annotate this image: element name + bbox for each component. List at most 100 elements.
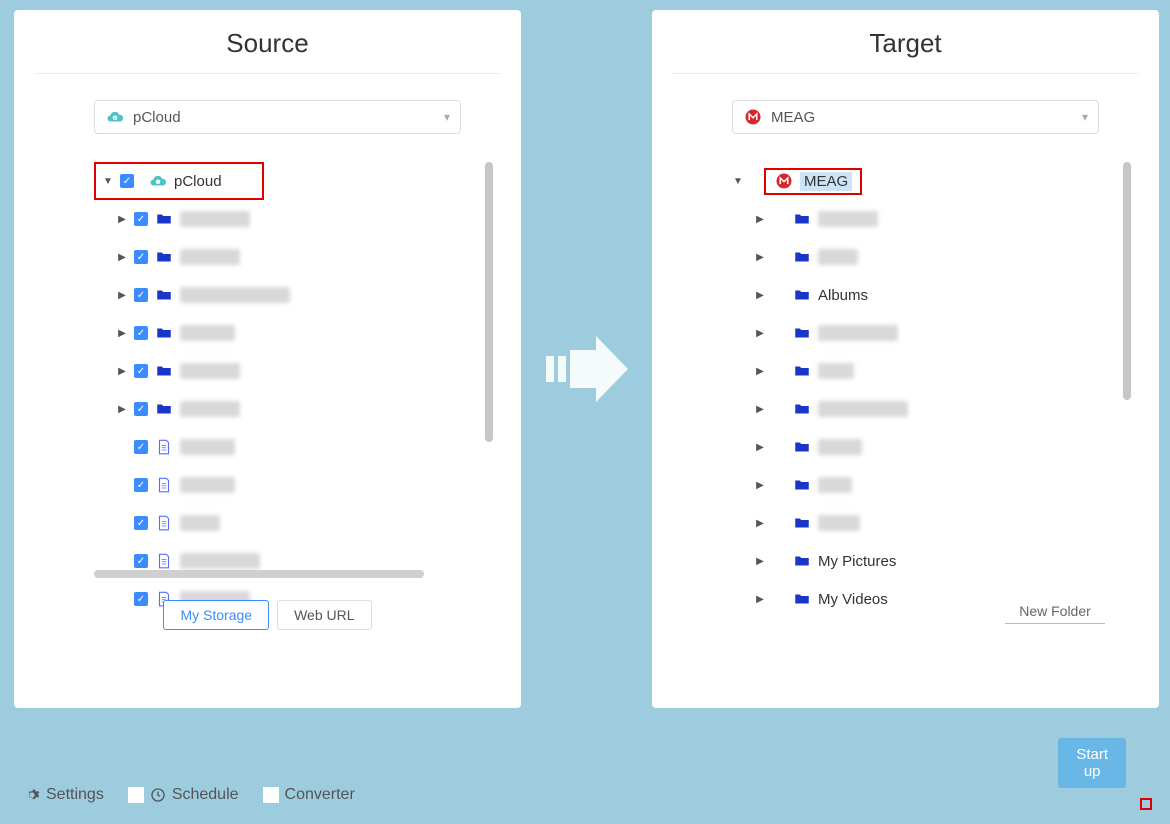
checkbox[interactable]: ✓: [134, 478, 148, 492]
blurred-label: [818, 249, 858, 265]
target-title: Target: [672, 28, 1139, 74]
caret-right-icon[interactable]: ▶: [754, 593, 766, 605]
caret-right-icon[interactable]: ▶: [754, 479, 766, 491]
scrollbar-thumb[interactable]: [485, 162, 493, 442]
folder-icon: [792, 400, 812, 418]
blurred-label: [818, 515, 860, 531]
tree-folder-row[interactable]: ▶: [754, 200, 1139, 238]
pcloud-icon: P: [105, 108, 125, 126]
file-icon: [154, 438, 174, 456]
source-panel: Source P pCloud ▾ ▼ ✓ pCloud ▶✓▶✓▶✓▶✓▶✓▶…: [14, 10, 521, 708]
schedule-toggle[interactable]: Schedule: [128, 786, 239, 804]
blurred-label: [818, 439, 862, 455]
checkbox[interactable]: ✓: [134, 326, 148, 340]
caret-right-icon[interactable]: ▶: [116, 327, 128, 339]
scrollbar-thumb[interactable]: [1123, 162, 1131, 400]
caret-down-icon[interactable]: ▼: [732, 175, 744, 187]
caret-right-icon[interactable]: ▶: [754, 517, 766, 529]
checkbox[interactable]: ✓: [134, 212, 148, 226]
target-root-row[interactable]: ▼ MEAG: [732, 162, 1139, 200]
checkbox[interactable]: ✓: [134, 250, 148, 264]
target-panel: Target MEAG ▾ ▼ MEAG ▶ ▶ ▶ Albums ▶ ▶ ▶ ▶ ▶ ▶ ▶ My …: [652, 10, 1159, 708]
new-folder-link[interactable]: New Folder: [1005, 603, 1105, 624]
chevron-down-icon: ▾: [1082, 110, 1088, 124]
caret-right-icon[interactable]: ▶: [116, 403, 128, 415]
tree-folder-row[interactable]: ▶✓: [116, 200, 501, 238]
tree-folder-row[interactable]: ▶✓: [116, 238, 501, 276]
folder-icon: [792, 514, 812, 532]
checkbox[interactable]: ✓: [134, 554, 148, 568]
tree-file-row[interactable]: ✓: [116, 428, 501, 466]
caret-right-icon[interactable]: ▶: [754, 289, 766, 301]
caret-right-icon[interactable]: ▶: [116, 213, 128, 225]
folder-icon: [792, 590, 812, 608]
blurred-label: [818, 477, 852, 493]
blurred-label: [818, 325, 898, 341]
folder-icon: [792, 248, 812, 266]
checkbox-empty[interactable]: [263, 787, 279, 803]
target-dropdown[interactable]: MEAG ▾: [732, 100, 1099, 134]
folder-label: Albums: [818, 287, 868, 304]
blurred-label: [180, 477, 235, 493]
tree-folder-row[interactable]: ▶✓: [116, 352, 501, 390]
blurred-label: [818, 401, 908, 417]
caret-right-icon[interactable]: ▶: [116, 365, 128, 377]
tree-folder-row[interactable]: ▶: [754, 466, 1139, 504]
checkbox[interactable]: ✓: [134, 364, 148, 378]
folder-label: My Pictures: [818, 553, 896, 570]
blurred-label: [818, 363, 854, 379]
source-root[interactable]: ▼ ✓ pCloud: [94, 162, 264, 200]
target-dropdown-label: MEAG: [771, 109, 815, 126]
checkbox[interactable]: ✓: [134, 516, 148, 530]
blurred-label: [180, 401, 240, 417]
settings-link[interactable]: Settings: [24, 786, 104, 804]
blurred-label: [180, 363, 240, 379]
folder-icon: [792, 476, 812, 494]
source-dropdown[interactable]: P pCloud ▾: [94, 100, 461, 134]
blurred-label: [180, 553, 260, 569]
tree-folder-row[interactable]: ▶: [754, 390, 1139, 428]
tree-folder-row[interactable]: ▶ Albums: [754, 276, 1139, 314]
folder-label: My Videos: [818, 591, 888, 608]
tree-folder-row[interactable]: ▶: [754, 428, 1139, 466]
folder-icon: [154, 324, 174, 342]
tree-folder-row[interactable]: ▶✓: [116, 314, 501, 352]
caret-right-icon[interactable]: ▶: [754, 555, 766, 567]
tab-my-storage[interactable]: My Storage: [163, 600, 269, 630]
blurred-label: [180, 211, 250, 227]
horizontal-scrollbar[interactable]: [94, 570, 424, 578]
caret-right-icon[interactable]: ▶: [116, 251, 128, 263]
converter-toggle[interactable]: Converter: [263, 786, 355, 804]
tree-folder-row[interactable]: ▶: [754, 352, 1139, 390]
blurred-label: [180, 287, 290, 303]
tree-folder-row[interactable]: ▶ My Pictures: [754, 542, 1139, 580]
checkbox[interactable]: ✓: [134, 288, 148, 302]
mega-icon: [743, 108, 763, 126]
gear-icon: [24, 787, 40, 803]
caret-right-icon[interactable]: ▶: [754, 251, 766, 263]
caret-right-icon[interactable]: ▶: [116, 289, 128, 301]
start-button[interactable]: Start up: [1058, 738, 1126, 788]
checkbox[interactable]: ✓: [120, 174, 134, 188]
checkbox[interactable]: ✓: [134, 440, 148, 454]
tree-folder-row[interactable]: ▶: [754, 238, 1139, 276]
folder-icon: [792, 210, 812, 228]
tree-folder-row[interactable]: ▶: [754, 504, 1139, 542]
folder-icon: [154, 362, 174, 380]
folder-icon: [154, 210, 174, 228]
checkbox[interactable]: ✓: [134, 402, 148, 416]
checkbox-empty[interactable]: [128, 787, 144, 803]
caret-right-icon[interactable]: ▶: [754, 441, 766, 453]
caret-right-icon[interactable]: ▶: [754, 327, 766, 339]
caret-right-icon[interactable]: ▶: [754, 403, 766, 415]
tree-file-row[interactable]: ✓: [116, 504, 501, 542]
tab-web-url[interactable]: Web URL: [277, 600, 371, 630]
tree-folder-row[interactable]: ▶: [754, 314, 1139, 352]
tree-folder-row[interactable]: ▶✓: [116, 390, 501, 428]
blurred-label: [180, 325, 235, 341]
caret-down-icon[interactable]: ▼: [102, 175, 114, 187]
tree-folder-row[interactable]: ▶✓: [116, 276, 501, 314]
caret-right-icon[interactable]: ▶: [754, 213, 766, 225]
caret-right-icon[interactable]: ▶: [754, 365, 766, 377]
tree-file-row[interactable]: ✓: [116, 466, 501, 504]
